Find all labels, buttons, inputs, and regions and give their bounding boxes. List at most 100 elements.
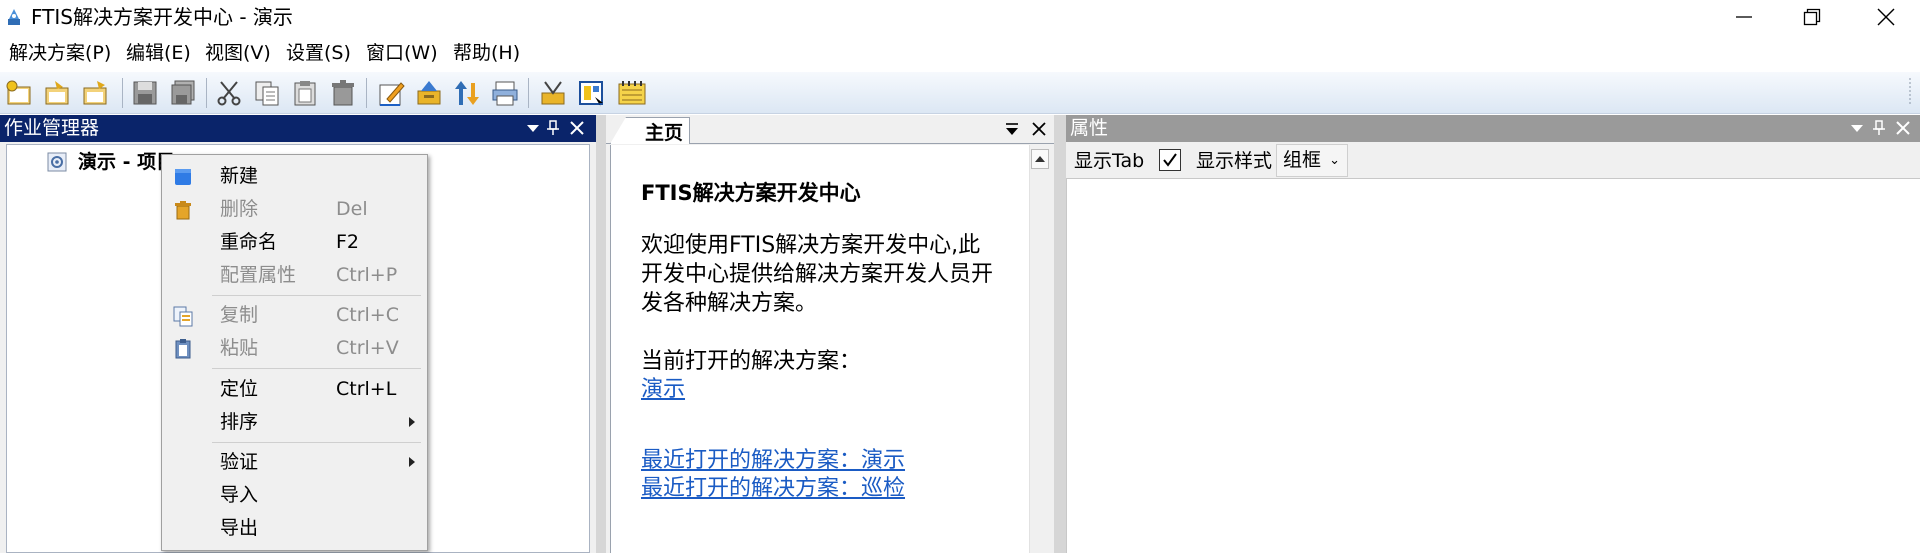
context-menu: 新建 删除 Del 重命名 F2 配置属性 Ctrl+P 复制 Ctrl+C 粘… bbox=[161, 154, 428, 551]
paste-button[interactable] bbox=[288, 76, 322, 110]
menu-edit[interactable]: 编辑(E) bbox=[126, 34, 191, 72]
menu-separator bbox=[212, 368, 421, 369]
menu-item-configure[interactable]: 配置属性 Ctrl+P bbox=[164, 259, 425, 292]
layout-button[interactable] bbox=[574, 76, 608, 110]
menu-item-validate[interactable]: 验证 bbox=[164, 446, 425, 479]
properties-toolbar: 显示Tab 显示样式 组框 ⌄ bbox=[1066, 142, 1920, 179]
restore-button[interactable] bbox=[1778, 0, 1846, 34]
vertical-scrollbar[interactable] bbox=[1029, 145, 1049, 553]
menu-item-label: 删除 bbox=[220, 198, 259, 220]
menu-item-label: 排序 bbox=[220, 411, 259, 433]
menu-item-export[interactable]: 导出 bbox=[164, 512, 425, 545]
show-tab-label: 显示Tab bbox=[1074, 150, 1145, 172]
menu-item-sort[interactable]: 排序 bbox=[164, 406, 425, 439]
dropdown-icon[interactable] bbox=[1848, 119, 1866, 137]
tab-list-icon[interactable] bbox=[1004, 121, 1020, 137]
submenu-arrow-icon bbox=[409, 457, 415, 467]
pin-icon[interactable] bbox=[1870, 119, 1888, 137]
minimize-button[interactable] bbox=[1710, 0, 1778, 34]
new-solution-button[interactable] bbox=[2, 76, 36, 110]
build-button[interactable] bbox=[412, 76, 446, 110]
dropdown-icon[interactable] bbox=[524, 119, 542, 137]
save-icon bbox=[133, 81, 157, 105]
menu-item-label: 复制 bbox=[220, 304, 259, 326]
menu-item-label: 导出 bbox=[220, 517, 259, 539]
recent-solution-link[interactable]: 最近打开的解决方案：巡检 bbox=[641, 475, 905, 503]
open-solution-button[interactable] bbox=[40, 76, 74, 110]
notepad-button[interactable] bbox=[614, 76, 648, 110]
toolbar-separator bbox=[528, 78, 529, 108]
recent-solution-link[interactable]: 最近打开的解决方案：演示 bbox=[641, 447, 905, 475]
check-icon bbox=[1163, 153, 1177, 167]
toolbar-separator bbox=[206, 78, 207, 108]
menu-item-locate[interactable]: 定位 Ctrl+L bbox=[164, 373, 425, 406]
splitter-right[interactable] bbox=[1054, 115, 1066, 553]
current-solution-link[interactable]: 演示 bbox=[641, 376, 685, 404]
menu-item-paste[interactable]: 粘贴 Ctrl+V bbox=[164, 332, 425, 365]
menu-help[interactable]: 帮助(H) bbox=[453, 34, 520, 72]
menu-item-rename[interactable]: 重命名 F2 bbox=[164, 226, 425, 259]
toolbar bbox=[0, 72, 1920, 114]
close-icon bbox=[1877, 8, 1895, 26]
menu-item-delete[interactable]: 删除 Del bbox=[164, 193, 425, 226]
menu-view[interactable]: 视图(V) bbox=[205, 34, 271, 72]
open-solution-icon bbox=[45, 81, 69, 105]
home-panel: 主页 FTIS解决方案开发中心 欢迎使用FTIS解决方案开发中心,此开发中心提供… bbox=[606, 115, 1054, 553]
menu-solution[interactable]: 解决方案(P) bbox=[9, 34, 111, 72]
menu-item-label: 粘贴 bbox=[220, 337, 259, 359]
print-button[interactable] bbox=[488, 76, 522, 110]
close-button[interactable] bbox=[1852, 0, 1920, 34]
menu-item-shortcut: Ctrl+C bbox=[336, 304, 399, 326]
window-title: FTIS解决方案开发中心 - 演示 bbox=[31, 5, 293, 29]
menu-item-label: 导入 bbox=[220, 484, 259, 506]
open-folder-button[interactable] bbox=[78, 76, 112, 110]
menu-item-label: 新建 bbox=[220, 165, 259, 187]
toolbar-grip-icon[interactable] bbox=[1906, 76, 1914, 110]
pin-icon[interactable] bbox=[544, 119, 562, 137]
publish-button[interactable] bbox=[450, 76, 484, 110]
menu-item-import[interactable]: 导入 bbox=[164, 479, 425, 512]
show-tab-checkbox[interactable] bbox=[1159, 149, 1181, 171]
delete-icon bbox=[175, 201, 191, 220]
close-icon[interactable] bbox=[1894, 119, 1912, 137]
close-icon[interactable] bbox=[1031, 121, 1047, 137]
show-style-label: 显示样式 bbox=[1196, 150, 1273, 172]
edit-button[interactable] bbox=[374, 76, 408, 110]
properties-panel: 属性 显示Tab 显示样式 组框 ⌄ bbox=[1066, 115, 1920, 553]
app-icon bbox=[8, 9, 20, 25]
new-solution-icon bbox=[6, 80, 31, 105]
restore-icon bbox=[1803, 8, 1821, 26]
properties-title: 属性 bbox=[1070, 117, 1109, 139]
title-bar: FTIS解决方案开发中心 - 演示 bbox=[0, 0, 1920, 34]
layout-icon bbox=[579, 81, 603, 107]
splitter-left[interactable] bbox=[596, 115, 606, 553]
copy-icon bbox=[173, 306, 193, 327]
save-button[interactable] bbox=[128, 76, 162, 110]
project-icon bbox=[47, 152, 67, 172]
menu-item-shortcut: Ctrl+V bbox=[336, 337, 399, 359]
menu-window[interactable]: 窗口(W) bbox=[366, 34, 438, 72]
properties-body bbox=[1066, 179, 1920, 553]
scroll-up-button[interactable] bbox=[1031, 149, 1049, 169]
home-heading: FTIS解决方案开发中心 bbox=[641, 181, 861, 205]
menu-item-label: 配置属性 bbox=[220, 264, 297, 286]
tools-button[interactable] bbox=[536, 76, 570, 110]
menu-item-copy[interactable]: 复制 Ctrl+C bbox=[164, 299, 425, 332]
new-icon bbox=[175, 169, 191, 185]
chevron-up-icon bbox=[1035, 156, 1045, 162]
menu-settings[interactable]: 设置(S) bbox=[286, 34, 351, 72]
style-select[interactable]: 组框 ⌄ bbox=[1276, 144, 1348, 177]
cut-button[interactable] bbox=[212, 76, 246, 110]
delete-icon bbox=[332, 80, 354, 106]
menu-item-shortcut: Ctrl+P bbox=[336, 264, 398, 286]
save-all-icon bbox=[171, 80, 195, 105]
delete-button[interactable] bbox=[326, 76, 360, 110]
menu-item-new[interactable]: 新建 bbox=[164, 160, 425, 193]
tab-home[interactable]: 主页 bbox=[610, 117, 690, 144]
copy-button[interactable] bbox=[250, 76, 284, 110]
save-all-button[interactable] bbox=[166, 76, 200, 110]
menu-separator bbox=[212, 295, 421, 296]
menu-item-label: 定位 bbox=[220, 378, 259, 400]
close-icon[interactable] bbox=[568, 119, 586, 137]
edit-icon bbox=[379, 82, 405, 106]
